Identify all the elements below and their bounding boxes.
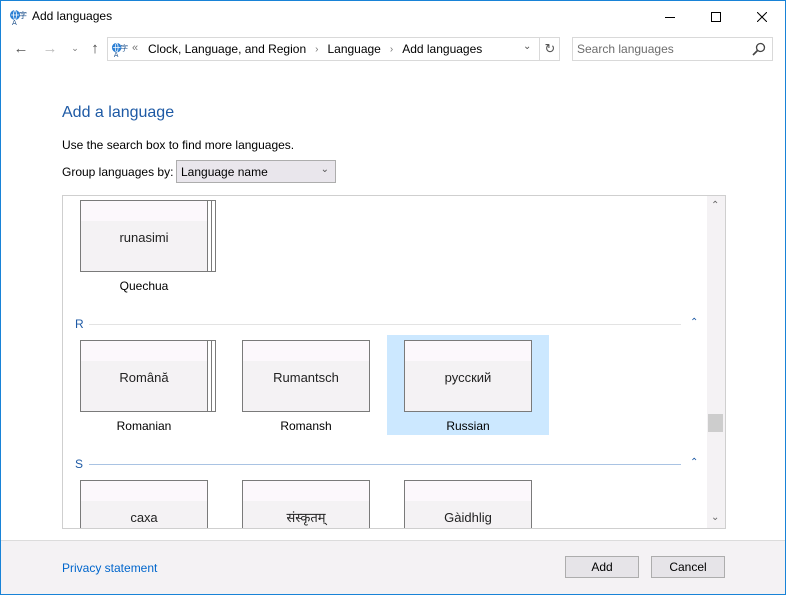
breadcrumb-add-languages[interactable]: Add languages: [402, 42, 482, 56]
back-button[interactable]: ←: [11, 38, 31, 58]
scroll-up-icon[interactable]: ⌃: [711, 200, 719, 211]
instructions-text: Use the search box to find more language…: [62, 138, 295, 152]
language-name: Russian: [446, 419, 490, 433]
native-name: русский: [444, 369, 492, 385]
page-title: Add a language: [62, 104, 175, 121]
add-button[interactable]: Add: [565, 556, 639, 578]
language-tile-face: runasimi: [80, 200, 208, 272]
overflow-chevron-icon[interactable]: «: [132, 42, 138, 54]
dialog-footer: Privacy statement Add Cancel: [1, 540, 785, 594]
native-name: Gàidhlig: [444, 509, 492, 525]
breadcrumb-language[interactable]: Language: [327, 42, 380, 56]
scroll-down-icon[interactable]: ⌄: [711, 512, 719, 523]
native-name: संस्कृतम्: [286, 510, 326, 525]
native-name: Rumantsch: [273, 369, 339, 385]
language-tile-face: саха: [80, 480, 208, 528]
svg-text:字: 字: [19, 10, 27, 20]
svg-text:A: A: [12, 19, 17, 26]
language-tile-quechua[interactable]: runasimi Quechua: [63, 196, 225, 295]
address-bar[interactable]: A 字 « Clock, Language, and Region › Lang…: [107, 37, 560, 61]
group-divider: [89, 464, 681, 465]
group-header-r: R ⌃: [63, 317, 707, 333]
up-arrow-icon: ↑: [91, 39, 99, 57]
svg-text:A: A: [114, 51, 119, 58]
navigation-bar: ← → ⌄ ↑ A 字 « Clock, Language, and Regio…: [1, 32, 785, 66]
native-name: runasimi: [119, 229, 169, 245]
breadcrumb-separator-icon[interactable]: ›: [390, 44, 393, 55]
refresh-button[interactable]: ↻: [539, 38, 560, 60]
language-tile-russian[interactable]: русский Russian: [387, 335, 549, 435]
language-list: runasimi Quechua R ⌃ Română Romanian Rum…: [62, 195, 726, 529]
language-globe-icon: A 字: [111, 42, 128, 58]
minimize-icon: [665, 16, 675, 18]
group-header-s: S ⌃: [63, 457, 707, 473]
title-bar: A 字 Add languages: [1, 1, 785, 32]
breadcrumb-clock-language-region[interactable]: Clock, Language, and Region: [148, 42, 306, 56]
address-dropdown-icon[interactable]: ⌄: [523, 41, 531, 52]
vertical-scrollbar[interactable]: ⌃ ⌄: [707, 196, 725, 528]
language-name: Quechua: [119, 279, 169, 293]
window-title: Add languages: [32, 9, 113, 23]
search-input[interactable]: [577, 41, 747, 57]
language-tile-sanskrit[interactable]: संस्कृतम्: [225, 475, 387, 528]
refresh-icon: ↻: [544, 41, 556, 56]
close-button[interactable]: [739, 1, 785, 32]
language-tile-face: Gàidhlig: [404, 480, 532, 528]
maximize-icon: [711, 11, 721, 22]
svg-text:字: 字: [120, 42, 128, 52]
group-by-value: Language name: [181, 165, 268, 179]
chevron-down-icon: ⌄: [320, 164, 329, 175]
group-letter: S: [75, 457, 84, 471]
group-letter: R: [75, 317, 84, 331]
recent-locations-button[interactable]: ⌄: [65, 38, 85, 58]
forward-arrow-icon: →: [42, 39, 58, 57]
group-by-select[interactable]: Language name ⌄: [176, 160, 336, 183]
cancel-button[interactable]: Cancel: [651, 556, 725, 578]
back-arrow-icon: ←: [13, 39, 29, 57]
breadcrumb-separator-icon[interactable]: ›: [315, 44, 318, 55]
minimize-button[interactable]: [647, 1, 693, 32]
chevron-down-icon: ⌄: [71, 42, 79, 53]
native-name: Română: [119, 369, 169, 385]
language-tile-face: Rumantsch: [242, 340, 370, 412]
breadcrumb: Clock, Language, and Region › Language ›…: [148, 42, 482, 56]
language-tile-romansh[interactable]: Rumantsch Romansh: [225, 335, 387, 435]
group-divider: [89, 324, 681, 325]
group-by-label: Group languages by:: [62, 165, 174, 179]
language-tile-face: संस्कृतम्: [242, 480, 370, 528]
native-name: саха: [130, 509, 158, 525]
language-list-viewport: runasimi Quechua R ⌃ Română Romanian Rum…: [63, 196, 707, 528]
maximize-button[interactable]: [693, 1, 739, 32]
collapse-group-icon[interactable]: ⌃: [690, 317, 698, 328]
language-name: Romansh: [280, 419, 332, 433]
collapse-group-icon[interactable]: ⌃: [690, 457, 698, 468]
add-languages-window: A 字 Add languages ← → ⌄ ↑ A 字 « Clock, L…: [0, 0, 786, 595]
scrollbar-thumb[interactable]: [708, 414, 723, 433]
language-tile-sakha[interactable]: саха: [63, 475, 225, 528]
search-box: [572, 37, 773, 61]
language-tile-face: Română: [80, 340, 208, 412]
search-icon[interactable]: [752, 42, 766, 56]
close-icon: [757, 11, 767, 22]
language-globe-icon: A 字: [10, 9, 27, 26]
language-name: Romanian: [116, 419, 172, 433]
language-tile-romanian[interactable]: Română Romanian: [63, 335, 225, 435]
up-button[interactable]: ↑: [85, 38, 105, 58]
privacy-statement-link[interactable]: Privacy statement: [62, 561, 157, 575]
language-tile-face: русский: [404, 340, 532, 412]
forward-button[interactable]: →: [40, 38, 60, 58]
language-tile-scottish-gaelic[interactable]: Gàidhlig: [387, 475, 549, 528]
